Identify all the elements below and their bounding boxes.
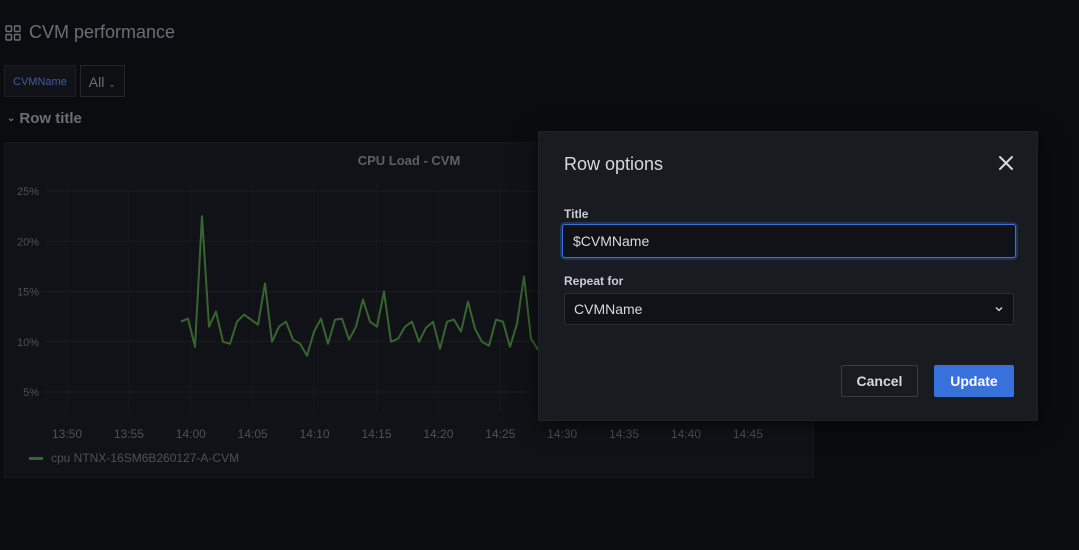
row-header[interactable]: ⌄ Row title — [7, 110, 82, 127]
dashboard-grid-icon — [5, 24, 21, 41]
update-button[interactable]: Update — [934, 365, 1014, 397]
x-tick-label: 14:15 — [361, 427, 391, 441]
x-tick-label: 14:30 — [547, 427, 577, 441]
chevron-down-icon: ⌄ — [108, 79, 116, 89]
repeat-field-label: Repeat for — [564, 274, 624, 288]
repeat-for-value: CVMName — [574, 301, 643, 317]
variable-label: CVMName — [4, 65, 76, 97]
y-tick-label: 15% — [17, 287, 39, 299]
row-title-input[interactable] — [562, 224, 1016, 258]
variable-select-value: All — [88, 74, 105, 90]
page-title[interactable]: CVM performance — [29, 22, 175, 43]
cancel-button[interactable]: Cancel — [841, 365, 918, 397]
x-tick-label: 14:35 — [609, 427, 639, 441]
chart-legend[interactable]: cpu NTNX-16SM6B260127-A-CVM — [29, 451, 239, 465]
x-tick-label: 14:45 — [733, 427, 763, 441]
variable-select[interactable]: All ⌄ — [79, 65, 125, 97]
x-tick-label: 14:00 — [176, 427, 206, 441]
x-tick-label: 13:50 — [52, 427, 82, 441]
y-tick-label: 20% — [17, 236, 39, 248]
legend-swatch — [29, 456, 43, 460]
chevron-down-icon: ⌄ — [7, 113, 16, 124]
chevron-down-icon — [995, 307, 1003, 312]
y-tick-label: 5% — [23, 387, 39, 399]
title-field-label: Title — [564, 207, 589, 221]
series-line — [180, 215, 546, 357]
row-title-text: Row title — [19, 110, 82, 127]
x-tick-label: 14:05 — [238, 427, 268, 441]
y-tick-label: 25% — [17, 186, 39, 198]
dashboard-header: CVM performance — [5, 22, 175, 43]
x-tick-label: 14:25 — [485, 427, 515, 441]
repeat-for-select[interactable]: CVMName — [564, 293, 1014, 325]
y-tick-label: 10% — [17, 337, 39, 349]
x-tick-label: 13:55 — [114, 427, 144, 441]
x-tick-label: 14:10 — [300, 427, 330, 441]
x-tick-label: 14:40 — [671, 427, 701, 441]
close-icon[interactable] — [995, 152, 1017, 174]
legend-label: cpu NTNX-16SM6B260127-A-CVM — [51, 451, 240, 465]
variable-bar: CVMName All ⌄ — [4, 65, 125, 97]
modal-title: Row options — [564, 154, 664, 174]
row-options-modal: Row options Title Repeat for CVMName Can… — [538, 131, 1038, 421]
x-tick-label: 14:20 — [423, 427, 453, 441]
